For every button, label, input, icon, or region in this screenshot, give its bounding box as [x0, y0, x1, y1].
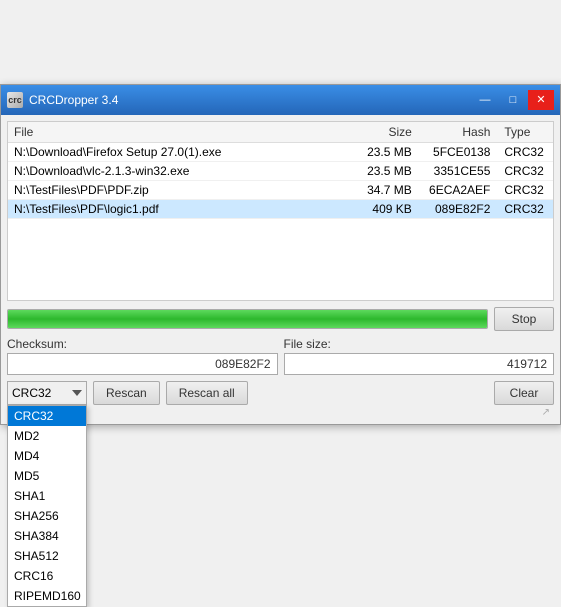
dropdown-item-sha384[interactable]: SHA384	[8, 526, 86, 546]
table-row[interactable]: N:\Download\vlc-2.1.3-win32.exe23.5 MB33…	[8, 161, 553, 180]
cell-file: N:\TestFiles\PDF\PDF.zip	[8, 180, 359, 199]
checksum-input[interactable]	[7, 353, 278, 375]
maximize-button[interactable]: □	[500, 90, 526, 110]
checksum-label: Checksum:	[7, 337, 278, 351]
progress-bar-container	[7, 309, 488, 329]
col-header-type: Type	[496, 122, 553, 143]
checksum-filesize-row: Checksum: File size:	[7, 337, 554, 375]
filesize-label: File size:	[284, 337, 555, 351]
resize-handle: ↗	[7, 405, 554, 418]
dropdown-item-md4[interactable]: MD4	[8, 446, 86, 466]
title-bar-left: crc CRCDropper 3.4	[7, 92, 118, 108]
progress-bar	[8, 310, 487, 328]
algorithm-dropdown-container: CRC32MD2MD4MD5SHA1SHA256SHA384SHA512CRC1…	[7, 381, 87, 405]
cell-file: N:\Download\vlc-2.1.3-win32.exe	[8, 161, 359, 180]
dropdown-item-crc32[interactable]: CRC32	[8, 406, 86, 426]
stop-button[interactable]: Stop	[494, 307, 554, 331]
filesize-input[interactable]	[284, 353, 555, 375]
cell-file: N:\Download\Firefox Setup 27.0(1).exe	[8, 142, 359, 161]
table-header-row: File Size Hash Type	[8, 122, 553, 143]
rescan-all-button[interactable]: Rescan all	[166, 381, 248, 405]
dropdown-item-md5[interactable]: MD5	[8, 466, 86, 486]
checksum-group: Checksum:	[7, 337, 278, 375]
file-table: File Size Hash Type N:\Download\Firefox …	[8, 122, 553, 219]
table-row[interactable]: N:\TestFiles\PDF\logic1.pdf409 KB089E82F…	[8, 199, 553, 218]
cell-type: CRC32	[496, 142, 553, 161]
cell-hash: 5FCE0138	[418, 142, 497, 161]
title-buttons: — □ ✕	[472, 90, 554, 110]
dropdown-item-sha256[interactable]: SHA256	[8, 506, 86, 526]
col-header-file: File	[8, 122, 359, 143]
dropdown-item-ripemd160[interactable]: RIPEMD160	[8, 586, 86, 606]
content-area: File Size Hash Type N:\Download\Firefox …	[1, 115, 560, 424]
cell-file: N:\TestFiles\PDF\logic1.pdf	[8, 199, 359, 218]
close-button[interactable]: ✕	[528, 90, 554, 110]
app-icon: crc	[7, 92, 23, 108]
algorithm-select[interactable]: CRC32MD2MD4MD5SHA1SHA256SHA384SHA512CRC1…	[7, 381, 87, 405]
clear-button[interactable]: Clear	[494, 381, 554, 405]
dropdown-item-crc16[interactable]: CRC16	[8, 566, 86, 586]
rescan-button[interactable]: Rescan	[93, 381, 160, 405]
table-row[interactable]: N:\TestFiles\PDF\PDF.zip34.7 MB6ECA2AEFC…	[8, 180, 553, 199]
file-table-wrapper: File Size Hash Type N:\Download\Firefox …	[7, 121, 554, 301]
dropdown-item-sha512[interactable]: SHA512	[8, 546, 86, 566]
cell-size: 23.5 MB	[359, 161, 418, 180]
minimize-button[interactable]: —	[472, 90, 498, 110]
col-header-hash: Hash	[418, 122, 497, 143]
title-bar: crc CRCDropper 3.4 — □ ✕	[1, 85, 560, 115]
controls-row: CRC32MD2MD4MD5SHA1SHA256SHA384SHA512CRC1…	[7, 381, 554, 405]
cell-hash: 3351CE55	[418, 161, 497, 180]
dropdown-item-md2[interactable]: MD2	[8, 426, 86, 446]
dropdown-item-sha1[interactable]: SHA1	[8, 486, 86, 506]
table-row[interactable]: N:\Download\Firefox Setup 27.0(1).exe23.…	[8, 142, 553, 161]
cell-size: 34.7 MB	[359, 180, 418, 199]
cell-type: CRC32	[496, 180, 553, 199]
main-window: crc CRCDropper 3.4 — □ ✕ File Size Hash …	[0, 84, 561, 425]
window-title: CRCDropper 3.4	[29, 93, 118, 107]
col-header-size: Size	[359, 122, 418, 143]
progress-row: Stop	[7, 307, 554, 331]
cell-type: CRC32	[496, 199, 553, 218]
cell-type: CRC32	[496, 161, 553, 180]
cell-size: 23.5 MB	[359, 142, 418, 161]
cell-hash: 089E82F2	[418, 199, 497, 218]
filesize-group: File size:	[284, 337, 555, 375]
cell-size: 409 KB	[359, 199, 418, 218]
cell-hash: 6ECA2AEF	[418, 180, 497, 199]
algorithm-dropdown-overlay: CRC32MD2MD4MD5SHA1SHA256SHA384SHA512CRC1…	[7, 405, 87, 607]
